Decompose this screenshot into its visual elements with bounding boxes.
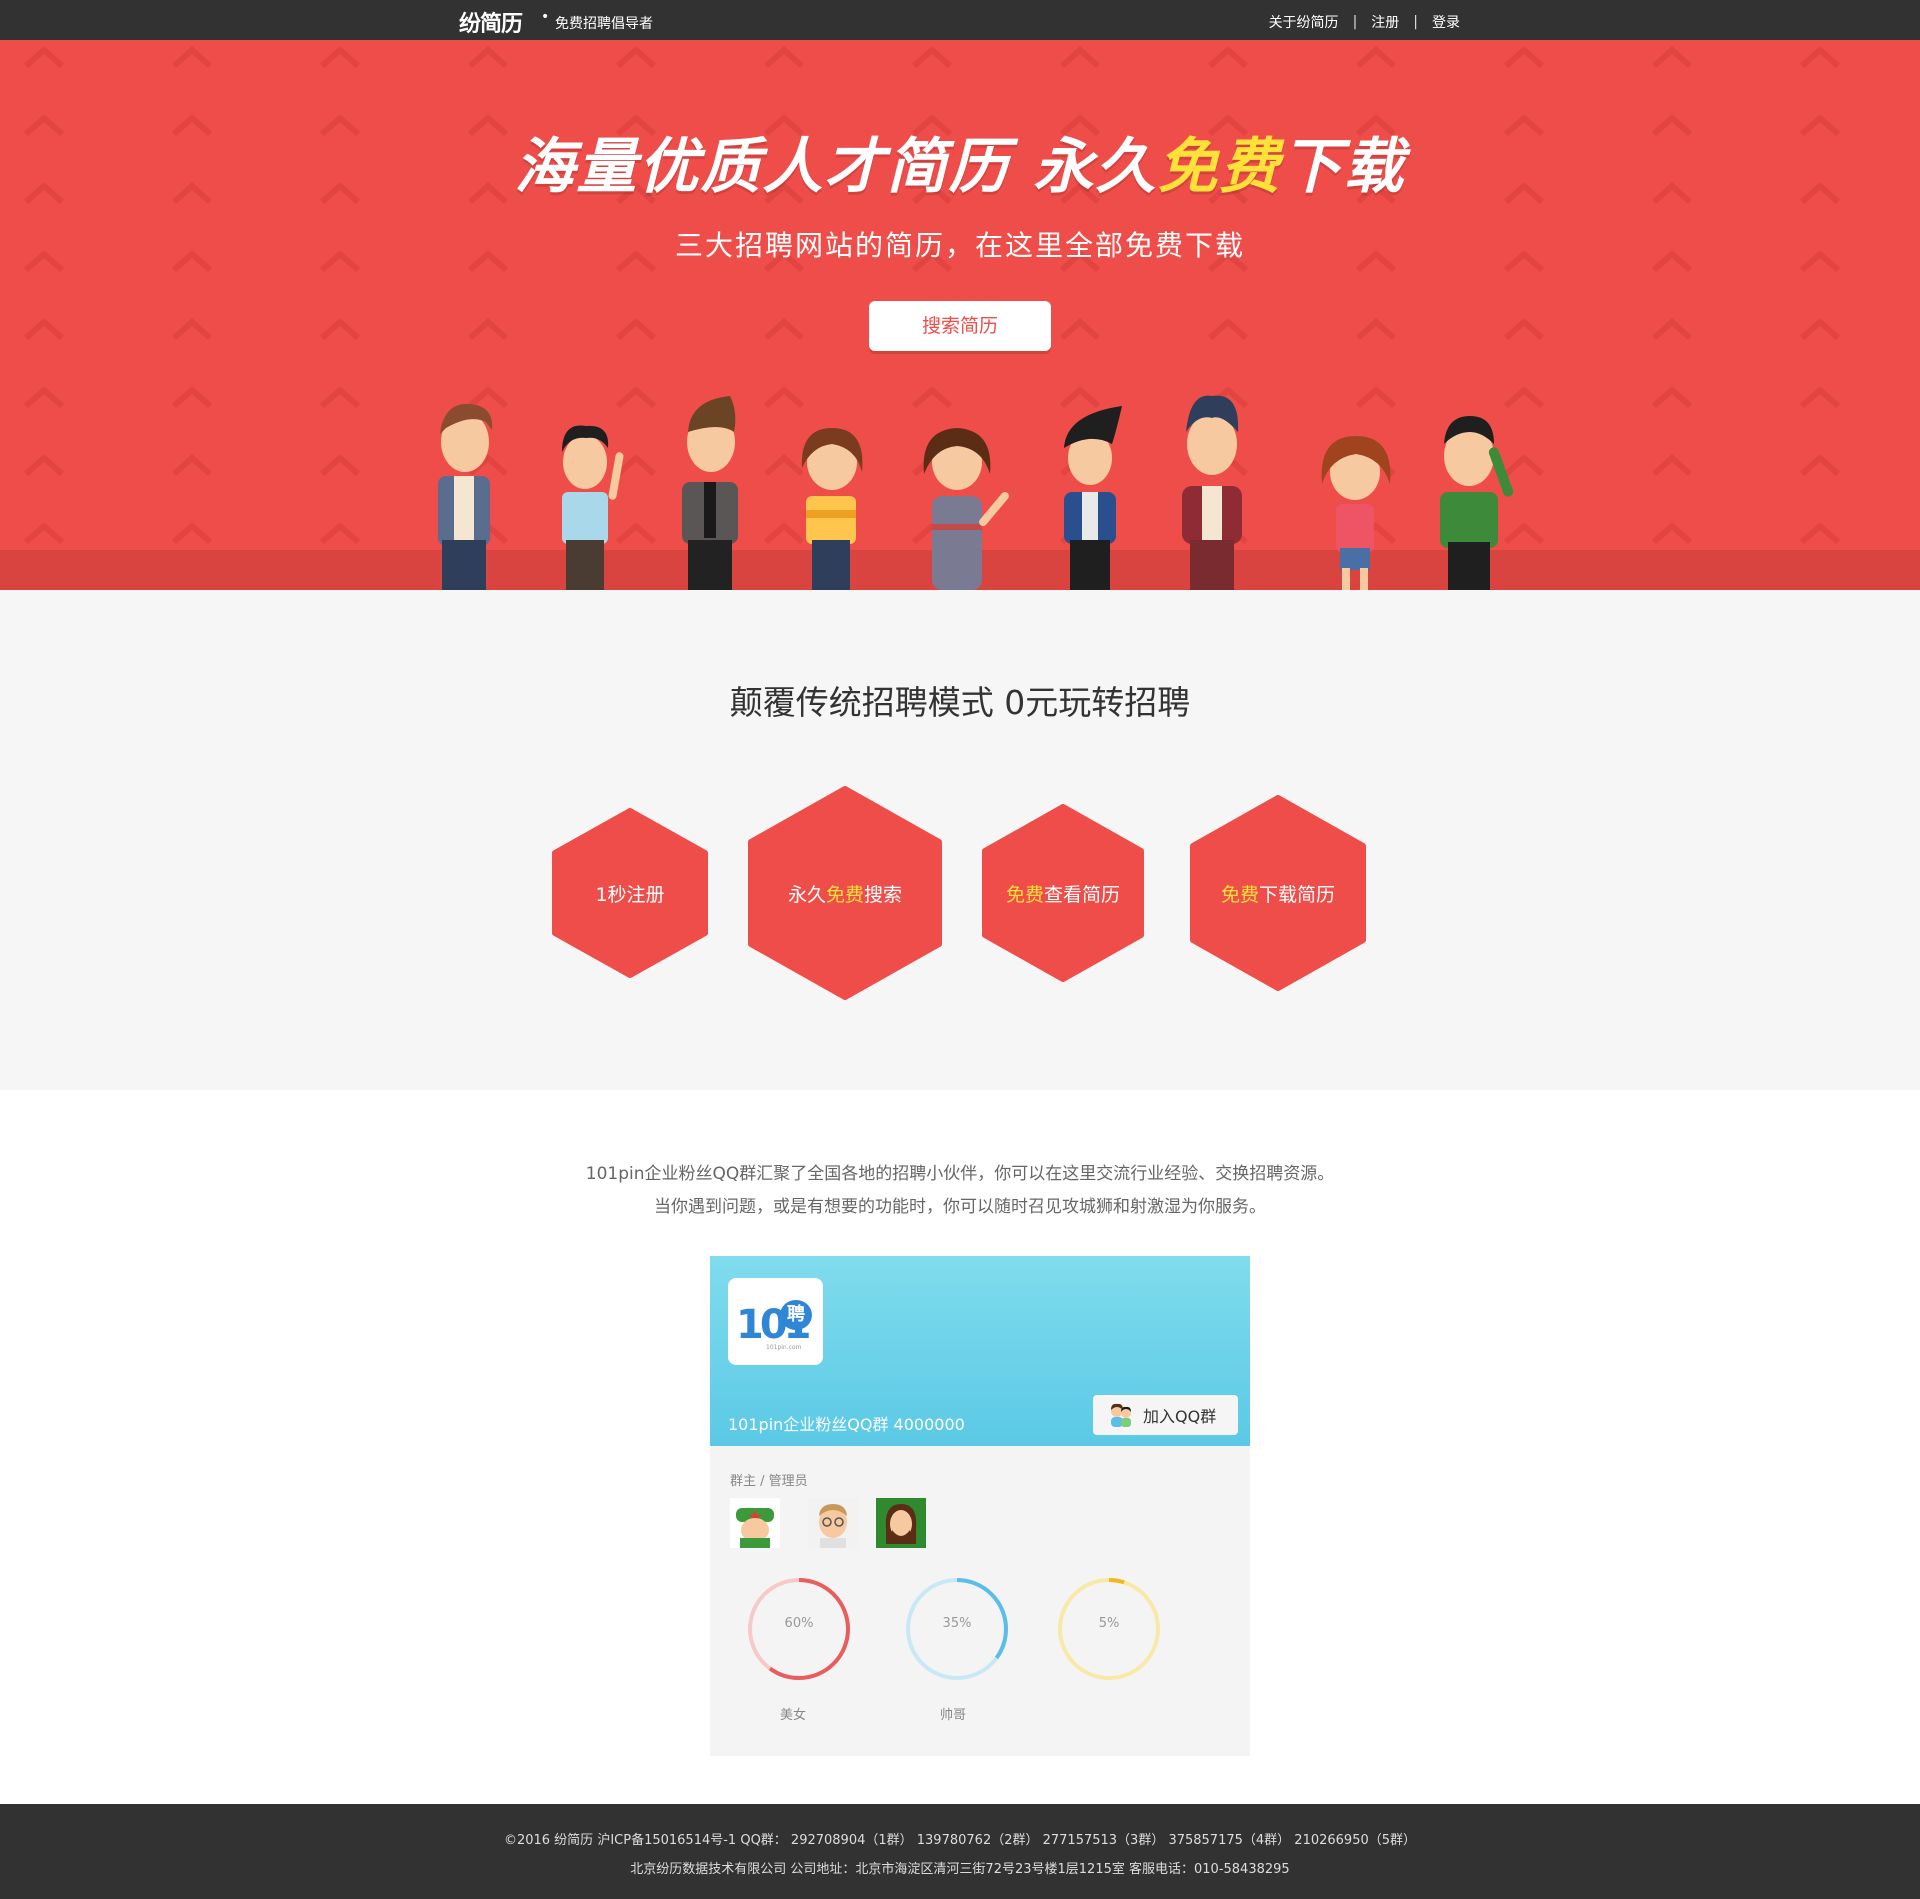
site-slogan: 免费招聘倡导者 (555, 16, 653, 32)
person-2 (562, 425, 624, 590)
nav-register-link[interactable]: 注册 (1371, 12, 1399, 32)
feature-label: 免费下载简历 (1221, 880, 1335, 907)
qq-group-name: 101pin企业粉丝QQ群 4000000 (728, 1415, 965, 1434)
feature-label: 免费查看简历 (1006, 880, 1120, 907)
top-bar: 纷简历 • 免费招聘倡导者 关于纷简历 | 注册 | 登录 (0, 0, 1920, 40)
stat-percent: 5% (1098, 1616, 1120, 1631)
person-8 (1321, 436, 1391, 590)
footer-copyright-line: ©2016 纷简历 沪ICP备15016514号-1 QQ群： 29270890… (503, 1833, 1417, 1848)
stat-ring-handsome: 35% (902, 1574, 1012, 1684)
person-5 (923, 428, 1009, 590)
person-4 (801, 428, 863, 590)
nav-separator: | (1413, 14, 1418, 30)
nav-login-link[interactable]: 登录 (1432, 12, 1460, 32)
feature-text: 永久 (787, 883, 826, 906)
feature-hex-register: 1秒注册 (552, 808, 708, 978)
community-line-2: 当你遇到问题，或是有想要的功能时，你可以随时召见攻城狮和射激湿为你服务。 (654, 1197, 1266, 1217)
person-6 (1064, 406, 1122, 590)
stat-percent: 60% (784, 1616, 814, 1631)
stat-label: 美女 (780, 1708, 807, 1723)
logo-bubble: 聘 (780, 1300, 812, 1330)
community-section: 101pin企业粉丝QQ群汇聚了全国各地的招聘小伙伴，你可以在这里交流行业经验、… (0, 1090, 1920, 1804)
feature-text: 下载简历 (1259, 883, 1336, 906)
community-line-1: 101pin企业粉丝QQ群汇聚了全国各地的招聘小伙伴，你可以在这里交流行业经验、… (585, 1164, 1335, 1184)
feature-text: 查看简历 (1044, 883, 1121, 906)
admin-avatar-2[interactable] (808, 1498, 858, 1548)
person-7 (1182, 395, 1242, 590)
admin-avatar-1[interactable] (730, 1498, 780, 1548)
community-description: 101pin企业粉丝QQ群汇聚了全国各地的招聘小伙伴，你可以在这里交流行业经验、… (0, 1158, 1920, 1224)
stat-ring-beauty: 60% (744, 1574, 854, 1684)
stat-ring-other: 5% (1054, 1574, 1164, 1684)
101pin-logo: 101 聘 101pin.com (728, 1278, 823, 1365)
feature-hex-search: 永久免费搜索 (748, 786, 942, 1000)
feature-text: 1秒注册 (595, 883, 665, 906)
top-nav: 关于纷简历 | 注册 | 登录 (1269, 12, 1460, 32)
site-logo[interactable]: 纷简历 (459, 6, 523, 38)
hero-title-main: 海量优质人才简历 永久 (514, 132, 1158, 202)
feature-highlight: 免费 (1220, 883, 1259, 906)
feature-highlight: 免费 (1005, 883, 1044, 906)
hero-title: 海量优质人才简历 永久免费下载 (0, 118, 1920, 205)
admin-avatar-3[interactable] (876, 1498, 926, 1548)
feature-text: 搜索 (864, 883, 903, 906)
search-resume-button[interactable]: 搜索简历 (869, 301, 1051, 351)
footer-company-line: 北京纷历数据技术有限公司 公司地址：北京市海淀区清河三街72号23号楼1层121… (630, 1862, 1290, 1877)
person-3 (682, 396, 738, 590)
nav-about-link[interactable]: 关于纷简历 (1269, 12, 1339, 32)
hero-subtitle: 三大招聘网站的简历，在这里全部免费下载 (674, 229, 1245, 262)
nav-separator: | (1352, 14, 1358, 30)
feature-highlight: 免费 (825, 883, 864, 906)
feature-hex-download: 免费下载简历 (1190, 795, 1366, 991)
logo-domain: 101pin.com (766, 1344, 802, 1351)
join-button-label: 加入QQ群 (1143, 1407, 1217, 1426)
feature-label: 1秒注册 (595, 880, 664, 907)
stat-label: 帅哥 (940, 1708, 967, 1723)
hero-title-highlight: 免费 (1157, 132, 1282, 202)
admin-label: 群主 / 管理员 (730, 1474, 808, 1489)
qq-users-icon (1111, 1403, 1131, 1427)
qq-card-header: 101 聘 101pin.com 101pin企业粉丝QQ群 4000000 加… (710, 1256, 1250, 1446)
feature-label: 永久免费搜索 (788, 880, 902, 907)
person-9 (1440, 416, 1514, 590)
join-qq-group-button[interactable]: 加入QQ群 (1093, 1395, 1238, 1435)
person-1 (438, 403, 493, 590)
site-footer: ©2016 纷简历 沪ICP备15016514号-1 QQ群： 29270890… (0, 1804, 1920, 1899)
cartoon-people-illustration (438, 395, 1514, 590)
features-heading: 颠覆传统招聘模式 0元玩转招聘 (729, 683, 1191, 722)
hero-banner: 海量优质人才简历 永久免费下载 三大招聘网站的简历，在这里全部免费下载 搜索简历 (0, 40, 1920, 590)
features-section: 颠覆传统招聘模式 0元玩转招聘 1秒注册 永久免费搜索 免费查看简历 免费下载简… (0, 590, 1920, 1090)
logo-dot: • (541, 9, 550, 25)
stat-percent: 35% (942, 1616, 972, 1631)
qq-group-card: 101 聘 101pin.com 101pin企业粉丝QQ群 4000000 加… (710, 1256, 1250, 1756)
hero-title-end: 下载 (1281, 132, 1406, 202)
feature-hex-view: 免费查看简历 (982, 804, 1144, 982)
